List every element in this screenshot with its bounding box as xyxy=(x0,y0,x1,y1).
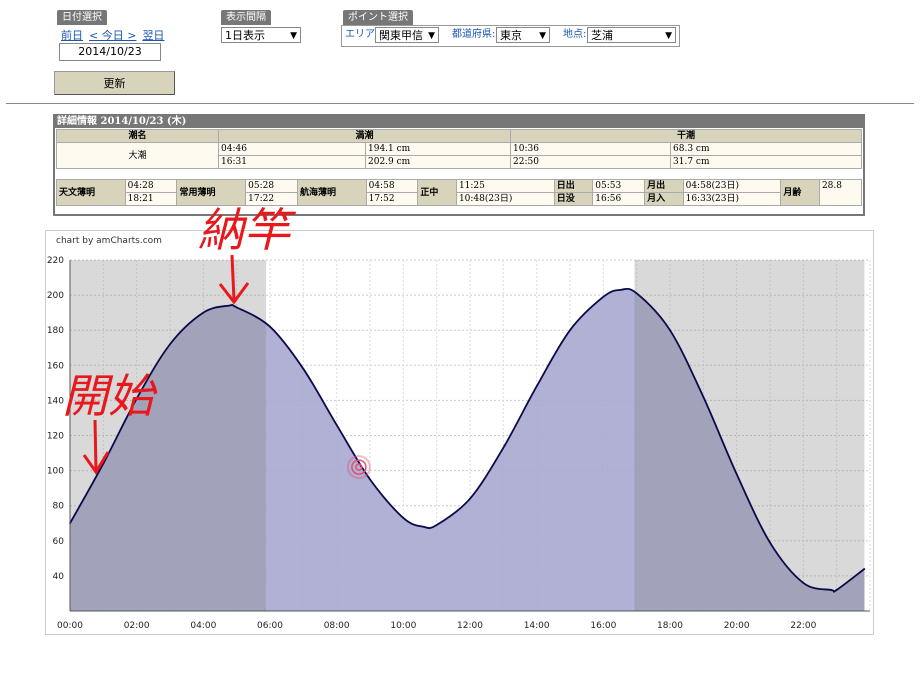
interval-group: 表示間隔 xyxy=(221,10,271,25)
th-high: 満潮 xyxy=(218,129,511,143)
tide-table: 潮名 満潮 干潮 大潮 04:46 194.1 cm 10:36 68.3 cm… xyxy=(56,129,862,169)
tide-name: 大潮 xyxy=(56,142,219,169)
sunrise-label: 日出 xyxy=(553,179,594,193)
prev-day-link[interactable]: 前日 xyxy=(61,29,83,42)
pref-select[interactable]: 東京 ▼ xyxy=(496,27,550,43)
transit-2: 10:48(23日) xyxy=(455,192,555,206)
moonrise-label: 月出 xyxy=(644,179,684,193)
detail-panel: 詳細情報 2014/10/23 (木) 潮名 満潮 干潮 大潮 04:46 19… xyxy=(53,114,865,216)
civil-2: 17:22 xyxy=(245,192,298,206)
moonrise: 04:58(23日) xyxy=(682,179,782,193)
spot-value: 芝浦 xyxy=(591,29,613,42)
low-height-2: 31.7 cm xyxy=(670,155,862,169)
date-field[interactable]: 2014/10/23 xyxy=(59,43,161,61)
high-height-2: 202.9 cm xyxy=(365,155,511,169)
chart-credit[interactable]: chart by amCharts.com xyxy=(56,236,162,246)
transit-1: 11:25 xyxy=(455,179,555,193)
civil-1: 05:28 xyxy=(245,179,298,193)
divider xyxy=(6,103,914,104)
spot-select[interactable]: 芝浦 ▼ xyxy=(587,27,676,43)
high-time-2: 16:31 xyxy=(218,155,366,169)
chevron-down-icon: ▼ xyxy=(428,31,435,41)
low-height-1: 68.3 cm xyxy=(670,142,862,156)
transit-label: 正中 xyxy=(417,179,457,206)
sunset: 16:56 xyxy=(592,192,646,206)
area-select[interactable]: 関東甲信 ▼ xyxy=(375,27,439,43)
interval-select[interactable]: 1日表示 ▼ xyxy=(221,27,301,43)
chevron-down-icon: ▼ xyxy=(290,31,297,41)
astro-label: 天文薄明 xyxy=(56,179,126,206)
nautical-label: 航海薄明 xyxy=(296,179,367,206)
th-tide-name: 潮名 xyxy=(56,129,219,143)
date-select-title: 日付選択 xyxy=(57,10,107,25)
high-time-1: 04:46 xyxy=(218,142,366,156)
next-day-link[interactable]: 翌日 xyxy=(142,29,164,42)
today-link[interactable]: < 今日 > xyxy=(89,29,136,42)
chevron-down-icon: ▼ xyxy=(539,31,546,41)
sunset-label: 日没 xyxy=(553,192,594,206)
th-low: 干潮 xyxy=(510,129,862,143)
spot-label: 地点: xyxy=(563,29,587,40)
sunrise: 05:53 xyxy=(592,179,646,193)
pref-value: 東京 xyxy=(500,29,522,42)
interval-title: 表示間隔 xyxy=(221,10,271,25)
nautical-1: 04:58 xyxy=(365,179,419,193)
detail-title: 詳細情報 2014/10/23 (木) xyxy=(55,116,863,128)
astro-1: 04:28 xyxy=(124,179,178,193)
area-label: エリア: xyxy=(345,29,379,40)
low-time-2: 22:50 xyxy=(510,155,671,169)
area-value: 関東甲信 xyxy=(379,29,423,42)
point-group: ポイント選択 xyxy=(343,10,413,25)
civil-label: 常用薄明 xyxy=(176,179,247,206)
date-select-group: 日付選択 xyxy=(57,10,107,25)
date-nav: 前日 < 今日 > 翌日 xyxy=(61,27,170,43)
low-time-1: 10:36 xyxy=(510,142,671,156)
chevron-down-icon: ▼ xyxy=(665,31,672,41)
nautical-2: 17:52 xyxy=(365,192,419,206)
moon-age: 28.8 xyxy=(818,179,863,206)
update-button[interactable]: 更新 xyxy=(54,71,175,95)
age-label: 月齢 xyxy=(780,179,820,206)
sun-moon-table: 天文薄明 04:28 常用薄明 05:28 航海薄明 04:58 正中 11:2… xyxy=(56,179,863,206)
interval-value: 1日表示 xyxy=(225,29,265,42)
high-height-1: 194.1 cm xyxy=(365,142,511,156)
point-title: ポイント選択 xyxy=(343,10,413,25)
moonset: 16:33(23日) xyxy=(682,192,782,206)
astro-2: 18:21 xyxy=(124,192,178,206)
chart-frame xyxy=(45,230,874,635)
moonset-label: 月入 xyxy=(644,192,684,206)
pref-label: 都道府県: xyxy=(452,29,496,40)
